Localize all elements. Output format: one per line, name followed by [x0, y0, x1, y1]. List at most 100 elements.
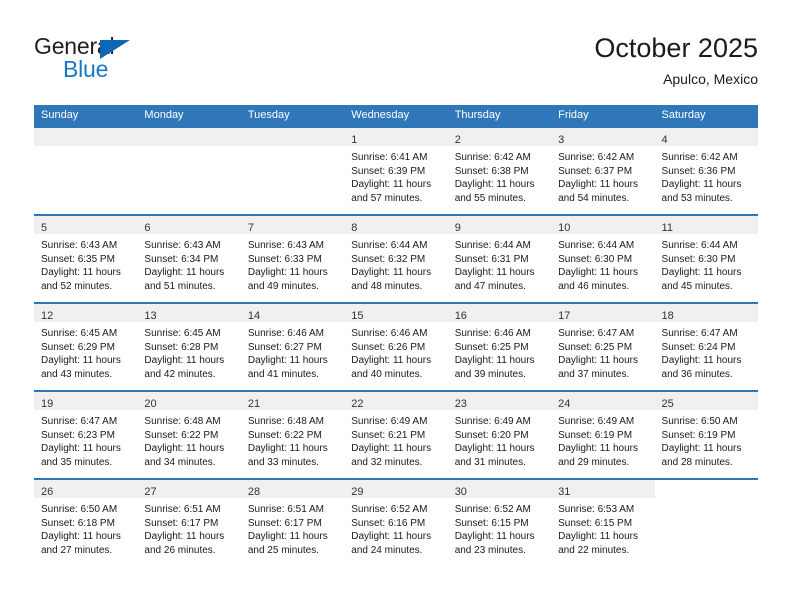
daylight-line-1: Daylight: 11 hours — [661, 355, 742, 366]
day-cell[interactable]: 22 Sunrise: 6:49 AM Sunset: 6:21 PM Dayl… — [344, 392, 448, 478]
day-cell[interactable]: 30 Sunrise: 6:52 AM Sunset: 6:15 PM Dayl… — [447, 480, 552, 566]
day-number-band: 11 — [654, 216, 758, 234]
day-cell[interactable]: 25 Sunrise: 6:50 AM Sunset: 6:19 PM Dayl… — [654, 392, 758, 478]
daylight-line-2: and 27 minutes. — [41, 544, 113, 556]
sunrise-line: Sunrise: 6:52 AM — [454, 504, 531, 515]
day-cell[interactable]: 3 Sunrise: 6:42 AM Sunset: 6:37 PM Dayli… — [551, 128, 655, 214]
day-cell[interactable]: 1 Sunrise: 6:41 AM Sunset: 6:39 PM Dayli… — [344, 128, 448, 214]
daylight-line-1: Daylight: 11 hours — [247, 531, 328, 542]
day-details — [241, 146, 344, 151]
general-blue-logo[interactable]: General Blue — [34, 33, 234, 85]
day-cell[interactable]: 6 Sunrise: 6:43 AM Sunset: 6:34 PM Dayli… — [137, 216, 241, 302]
day-number-band: 21 — [240, 392, 345, 410]
sunset-line: Sunset: 6:39 PM — [351, 165, 426, 177]
day-cell[interactable]: 11 Sunrise: 6:44 AM Sunset: 6:30 PM Dayl… — [654, 216, 758, 302]
day-cell[interactable]: 5 Sunrise: 6:43 AM Sunset: 6:35 PM Dayli… — [34, 216, 138, 302]
day-number-band — [34, 128, 138, 146]
day-details — [34, 146, 137, 151]
day-number: 9 — [454, 222, 461, 234]
daylight-line-1: Daylight: 11 hours — [558, 179, 638, 190]
daylight-line-1: Daylight: 11 hours — [144, 355, 225, 366]
sunset-line: Sunset: 6:36 PM — [661, 165, 736, 177]
daylight-line-2: and 54 minutes. — [558, 192, 630, 204]
day-details: Sunrise: 6:44 AM Sunset: 6:30 PM Dayligh… — [655, 234, 758, 293]
sunset-line: Sunset: 6:27 PM — [247, 341, 322, 353]
day-cell[interactable]: 27 Sunrise: 6:51 AM Sunset: 6:17 PM Dayl… — [137, 480, 241, 566]
weekday-header-tuesday: Tuesday — [247, 109, 290, 121]
day-cell[interactable]: 24 Sunrise: 6:49 AM Sunset: 6:19 PM Dayl… — [551, 392, 655, 478]
day-number: 19 — [41, 398, 54, 410]
day-number: 11 — [661, 222, 673, 234]
day-cell[interactable]: 15 Sunrise: 6:46 AM Sunset: 6:26 PM Dayl… — [344, 304, 448, 390]
day-cell[interactable]: 4 Sunrise: 6:42 AM Sunset: 6:36 PM Dayli… — [654, 128, 758, 214]
day-cell[interactable]: 14 Sunrise: 6:46 AM Sunset: 6:27 PM Dayl… — [240, 304, 345, 390]
sunset-line: Sunset: 6:26 PM — [351, 341, 426, 353]
day-cell[interactable]: 12 Sunrise: 6:45 AM Sunset: 6:29 PM Dayl… — [34, 304, 138, 390]
daylight-line-2: and 31 minutes. — [454, 456, 526, 468]
day-cell[interactable]: 31 Sunrise: 6:53 AM Sunset: 6:15 PM Dayl… — [551, 480, 655, 566]
day-cell[interactable]: 26 Sunrise: 6:50 AM Sunset: 6:18 PM Dayl… — [34, 480, 138, 566]
sunrise-line: Sunrise: 6:51 AM — [144, 504, 221, 515]
day-cell[interactable]: 29 Sunrise: 6:52 AM Sunset: 6:16 PM Dayl… — [344, 480, 448, 566]
day-cell[interactable]: 13 Sunrise: 6:45 AM Sunset: 6:28 PM Dayl… — [137, 304, 241, 390]
day-details: Sunrise: 6:47 AM Sunset: 6:23 PM Dayligh… — [34, 410, 137, 469]
day-number: 1 — [351, 134, 358, 146]
sunset-line: Sunset: 6:18 PM — [41, 517, 115, 529]
day-details: Sunrise: 6:43 AM Sunset: 6:34 PM Dayligh… — [137, 234, 240, 293]
daylight-line-2: and 52 minutes. — [41, 280, 113, 292]
day-number: 5 — [41, 222, 48, 234]
weekday-header-wednesday: Wednesday — [351, 109, 410, 121]
day-number-band — [240, 128, 345, 146]
sunset-line: Sunset: 6:31 PM — [454, 253, 529, 265]
day-cell[interactable] — [240, 128, 345, 214]
sunrise-line: Sunrise: 6:49 AM — [558, 416, 635, 427]
day-cell[interactable]: 8 Sunrise: 6:44 AM Sunset: 6:32 PM Dayli… — [344, 216, 448, 302]
day-number: 3 — [558, 134, 565, 146]
day-cell[interactable]: 20 Sunrise: 6:48 AM Sunset: 6:22 PM Dayl… — [137, 392, 241, 478]
day-number: 21 — [247, 398, 261, 410]
day-cell[interactable]: 17 Sunrise: 6:47 AM Sunset: 6:25 PM Dayl… — [551, 304, 655, 390]
day-number: 10 — [558, 222, 571, 234]
daylight-line-2: and 42 minutes. — [144, 368, 216, 380]
day-cell[interactable] — [137, 128, 241, 214]
day-cell[interactable]: 21 Sunrise: 6:48 AM Sunset: 6:22 PM Dayl… — [240, 392, 345, 478]
day-cell[interactable]: 16 Sunrise: 6:46 AM Sunset: 6:25 PM Dayl… — [447, 304, 552, 390]
day-cell[interactable]: 10 Sunrise: 6:44 AM Sunset: 6:30 PM Dayl… — [551, 216, 655, 302]
daylight-line-2: and 23 minutes. — [454, 544, 526, 556]
daylight-line-1: Daylight: 11 hours — [661, 267, 742, 278]
daylight-line-2: and 55 minutes. — [454, 192, 526, 204]
day-cell[interactable]: 19 Sunrise: 6:47 AM Sunset: 6:23 PM Dayl… — [34, 392, 138, 478]
day-cell[interactable]: 9 Sunrise: 6:44 AM Sunset: 6:31 PM Dayli… — [447, 216, 552, 302]
day-cell[interactable]: 7 Sunrise: 6:43 AM Sunset: 6:33 PM Dayli… — [240, 216, 345, 302]
day-number-band: 27 — [137, 480, 241, 498]
day-number-band: 31 — [551, 480, 655, 498]
daylight-line-1: Daylight: 11 hours — [661, 443, 742, 454]
daylight-line-2: and 45 minutes. — [661, 280, 733, 292]
day-cell[interactable]: 2 Sunrise: 6:42 AM Sunset: 6:38 PM Dayli… — [447, 128, 552, 214]
sunrise-line: Sunrise: 6:49 AM — [351, 416, 428, 427]
day-cell[interactable] — [654, 480, 758, 566]
day-number-band: 8 — [344, 216, 448, 234]
sunset-line: Sunset: 6:29 PM — [41, 341, 115, 353]
day-details: Sunrise: 6:48 AM Sunset: 6:22 PM Dayligh… — [241, 410, 344, 469]
daylight-line-1: Daylight: 11 hours — [558, 267, 638, 278]
sunset-line: Sunset: 6:20 PM — [454, 429, 529, 441]
day-cell[interactable]: 28 Sunrise: 6:51 AM Sunset: 6:17 PM Dayl… — [240, 480, 345, 566]
day-cell[interactable]: 18 Sunrise: 6:47 AM Sunset: 6:24 PM Dayl… — [654, 304, 758, 390]
sunrise-line: Sunrise: 6:45 AM — [41, 328, 118, 339]
daylight-line-2: and 48 minutes. — [351, 280, 423, 292]
day-number-band: 2 — [447, 128, 552, 146]
day-number: 12 — [41, 310, 54, 322]
sunset-line: Sunset: 6:30 PM — [661, 253, 736, 265]
day-number-band: 15 — [344, 304, 448, 322]
daylight-line-1: Daylight: 11 hours — [41, 355, 121, 366]
day-number: 18 — [661, 310, 674, 322]
daylight-line-2: and 34 minutes. — [144, 456, 216, 468]
day-number-band: 24 — [551, 392, 655, 410]
daylight-line-2: and 28 minutes. — [661, 456, 733, 468]
daylight-line-1: Daylight: 11 hours — [454, 355, 535, 366]
day-cell[interactable] — [34, 128, 138, 214]
daylight-line-2: and 24 minutes. — [351, 544, 423, 556]
page-header: General Blue October 2025 Apulco, Mexico — [0, 0, 792, 100]
day-cell[interactable]: 23 Sunrise: 6:49 AM Sunset: 6:20 PM Dayl… — [447, 392, 552, 478]
